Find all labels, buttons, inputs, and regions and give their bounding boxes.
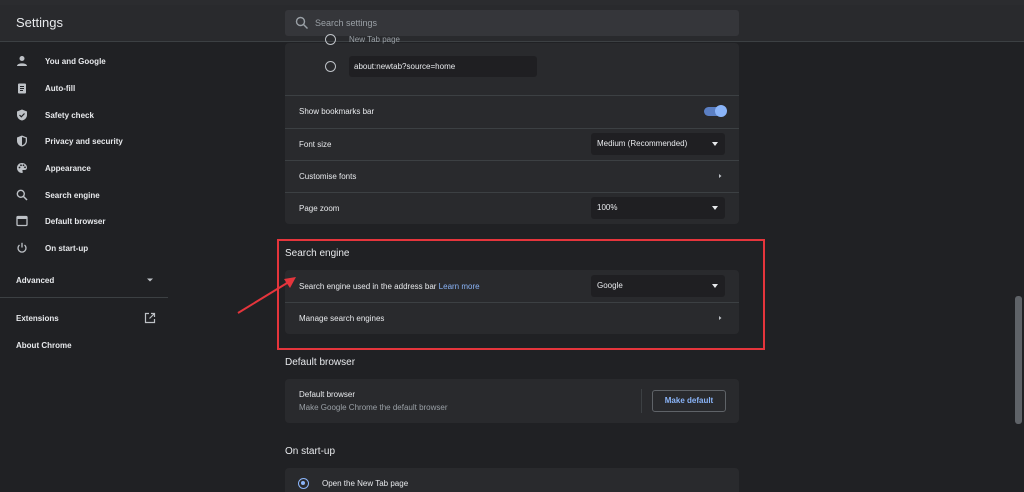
learn-more-link[interactable]: Learn more	[439, 282, 480, 291]
open-in-new-icon	[144, 312, 156, 324]
search-engine-select[interactable]: Google	[591, 275, 725, 297]
page-title: Settings	[16, 15, 63, 30]
sidebar-item-default-browser[interactable]: Default browser	[0, 210, 170, 232]
sidebar-item-label: Default browser	[45, 216, 106, 226]
sidebar-item-label: Privacy and security	[45, 136, 123, 146]
radio-custom-url[interactable]	[325, 61, 336, 72]
row-divider	[285, 302, 739, 303]
browser-window-icon	[16, 215, 28, 227]
about-chrome-label: About Chrome	[16, 340, 72, 350]
sidebar-item-label: Appearance	[45, 163, 91, 173]
search-input[interactable]	[315, 10, 715, 36]
search-icon	[16, 189, 28, 201]
chevron-down-icon	[147, 278, 153, 282]
sidebar-item-privacy[interactable]: Privacy and security	[0, 130, 170, 152]
scrollbar-track[interactable]	[1013, 43, 1024, 492]
caret-down-icon	[712, 206, 718, 210]
chevron-right-icon[interactable]	[717, 315, 723, 321]
page-zoom-value: 100%	[597, 203, 618, 212]
sidebar: You and Google Auto-fill Safety check Pr…	[0, 43, 170, 492]
sidebar-item-label: On start-up	[45, 243, 89, 253]
default-browser-row-title: Default browser	[299, 390, 356, 399]
radio-dot	[301, 481, 305, 485]
vertical-divider	[641, 389, 642, 413]
sidebar-advanced[interactable]: Advanced	[0, 269, 170, 291]
font-size-label: Font size	[299, 140, 332, 149]
sidebar-item-search-engine[interactable]: Search engine	[0, 184, 170, 206]
make-default-button[interactable]: Make default	[652, 390, 726, 412]
person-icon	[17, 56, 27, 66]
sidebar-item-on-startup[interactable]: On start-up	[0, 237, 170, 259]
sidebar-item-about-chrome[interactable]: About Chrome	[0, 334, 170, 356]
search-engine-value: Google	[597, 281, 623, 290]
startup-section-title: On start-up	[285, 446, 336, 457]
sidebar-item-label: Safety check	[45, 110, 94, 120]
sidebar-item-autofill[interactable]: Auto-fill	[0, 77, 170, 99]
chevron-right-icon[interactable]	[717, 173, 723, 179]
palette-icon	[17, 163, 27, 173]
row-divider	[285, 192, 739, 193]
scrollbar-thumb[interactable]	[1015, 296, 1022, 424]
search-engine-section-title: Search engine	[285, 248, 350, 259]
default-browser-section-title: Default browser	[285, 357, 356, 368]
extensions-label: Extensions	[16, 313, 59, 323]
sidebar-item-label: You and Google	[45, 56, 106, 66]
sidebar-item-appearance[interactable]: Appearance	[0, 157, 170, 179]
search-engine-used-label: Search engine used in the address bar Le…	[299, 282, 480, 291]
sidebar-item-safety-check[interactable]: Safety check	[0, 104, 170, 126]
toggle-knob[interactable]	[715, 105, 727, 117]
font-size-value: Medium (Recommended)	[597, 139, 688, 148]
caret-down-icon	[712, 142, 718, 146]
power-icon	[17, 242, 27, 253]
bookmarks-bar-label: Show bookmarks bar	[299, 107, 375, 116]
clipboard-icon	[18, 83, 26, 94]
row-divider	[285, 160, 739, 161]
shield-icon	[17, 135, 27, 147]
search-icon	[295, 16, 308, 29]
shield-check-icon	[17, 109, 27, 121]
page-zoom-label: Page zoom	[299, 204, 340, 213]
settings-header: Settings	[0, 5, 1024, 42]
search-engine-used-text: Search engine used in the address bar	[299, 282, 437, 291]
row-divider	[285, 95, 739, 96]
sidebar-item-extensions[interactable]: Extensions	[0, 307, 170, 329]
radio-new-tab-page[interactable]	[325, 34, 336, 45]
customise-fonts-label: Customise fonts	[299, 172, 357, 181]
caret-down-icon	[712, 284, 718, 288]
sidebar-divider	[0, 297, 168, 298]
sidebar-item-label: Auto-fill	[45, 83, 76, 93]
page-zoom-select[interactable]: 100%	[591, 197, 725, 219]
radio-open-new-tab[interactable]	[298, 478, 309, 489]
sidebar-item-label: Search engine	[45, 190, 100, 200]
default-browser-row-subtitle: Make Google Chrome the default browser	[299, 403, 448, 412]
startup-option-open-new-tab: Open the New Tab page	[322, 479, 409, 488]
search-box[interactable]	[285, 10, 739, 36]
manage-search-engines-row[interactable]: Manage search engines	[299, 314, 384, 323]
annotation-arrow-icon	[237, 277, 296, 314]
sidebar-item-you-and-google[interactable]: You and Google	[0, 50, 170, 72]
custom-home-url-input[interactable]	[349, 56, 537, 77]
radio-new-tab-label: New Tab page	[349, 35, 400, 44]
advanced-label: Advanced	[16, 275, 55, 285]
row-divider	[285, 128, 739, 129]
font-size-select[interactable]: Medium (Recommended)	[591, 133, 725, 155]
